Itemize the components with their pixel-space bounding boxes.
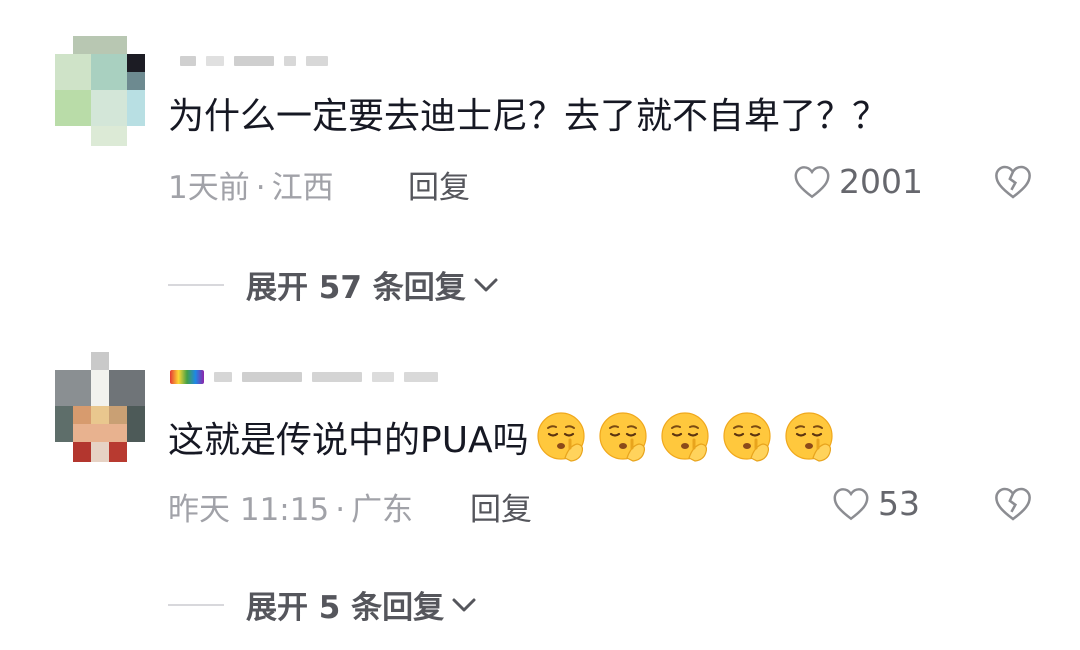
shushing-face-emoji	[661, 412, 709, 462]
broken-heart-icon[interactable]	[994, 164, 1032, 200]
username[interactable]	[180, 54, 328, 68]
shushing-face-emoji	[537, 412, 585, 462]
expand-replies-label: 展开 57 条回复	[246, 270, 466, 306]
like-count: 2001	[839, 162, 923, 201]
chevron-down-icon	[452, 598, 476, 611]
reply-button[interactable]: 回复	[470, 484, 532, 529]
divider-line	[168, 603, 224, 606]
comment-item: 这就是传说中的PUA吗 昨天 11:15 · 广东 回复 53 展开 5 条回复	[0, 330, 1080, 650]
comment-text: 这就是传说中的PUA吗	[168, 408, 837, 466]
comment-text: 为什么一定要去迪士尼？去了就不自卑了？？	[168, 88, 888, 138]
broken-heart-icon[interactable]	[994, 486, 1032, 522]
expand-replies-label: 展开 5 条回复	[246, 590, 445, 626]
shushing-face-emoji	[599, 412, 647, 462]
expand-replies-button[interactable]: 展开 57 条回复	[168, 262, 500, 307]
comment-item: 为什么一定要去迪士尼？去了就不自卑了？？ 1天前 · 江西 回复 2001 展开 5…	[0, 0, 1080, 330]
comment-text-content: 这就是传说中的PUA吗	[168, 420, 529, 461]
comment-time: 1天前	[168, 170, 250, 206]
reply-button[interactable]: 回复	[408, 162, 470, 207]
heart-outline-icon	[833, 487, 869, 520]
like-count: 53	[878, 484, 920, 523]
shushing-face-emoji	[723, 412, 771, 462]
like-button[interactable]: 2001	[793, 162, 923, 201]
comment-location: 江西	[271, 170, 334, 206]
comment-meta: 昨天 11:15 · 广东	[168, 484, 413, 529]
expand-replies-button[interactable]: 展开 5 条回复	[168, 582, 478, 627]
heart-outline-icon	[794, 165, 830, 198]
chevron-down-icon	[474, 278, 498, 291]
comment-time: 昨天 11:15	[168, 492, 330, 528]
comment-meta: 1天前 · 江西	[168, 162, 334, 207]
avatar[interactable]	[55, 352, 145, 462]
meta-separator: ·	[335, 492, 346, 528]
comment-location: 广东	[351, 492, 414, 528]
username[interactable]	[170, 370, 438, 384]
meta-separator: ·	[255, 170, 266, 206]
shushing-face-emoji	[785, 412, 833, 462]
like-button[interactable]: 53	[832, 484, 920, 523]
divider-line	[168, 283, 224, 286]
rainbow-badge-icon	[170, 370, 204, 384]
avatar[interactable]	[55, 36, 145, 146]
comment-text-content: 为什么一定要去迪士尼？去了就不自卑了？？	[168, 96, 889, 137]
emoji-row	[535, 410, 837, 464]
